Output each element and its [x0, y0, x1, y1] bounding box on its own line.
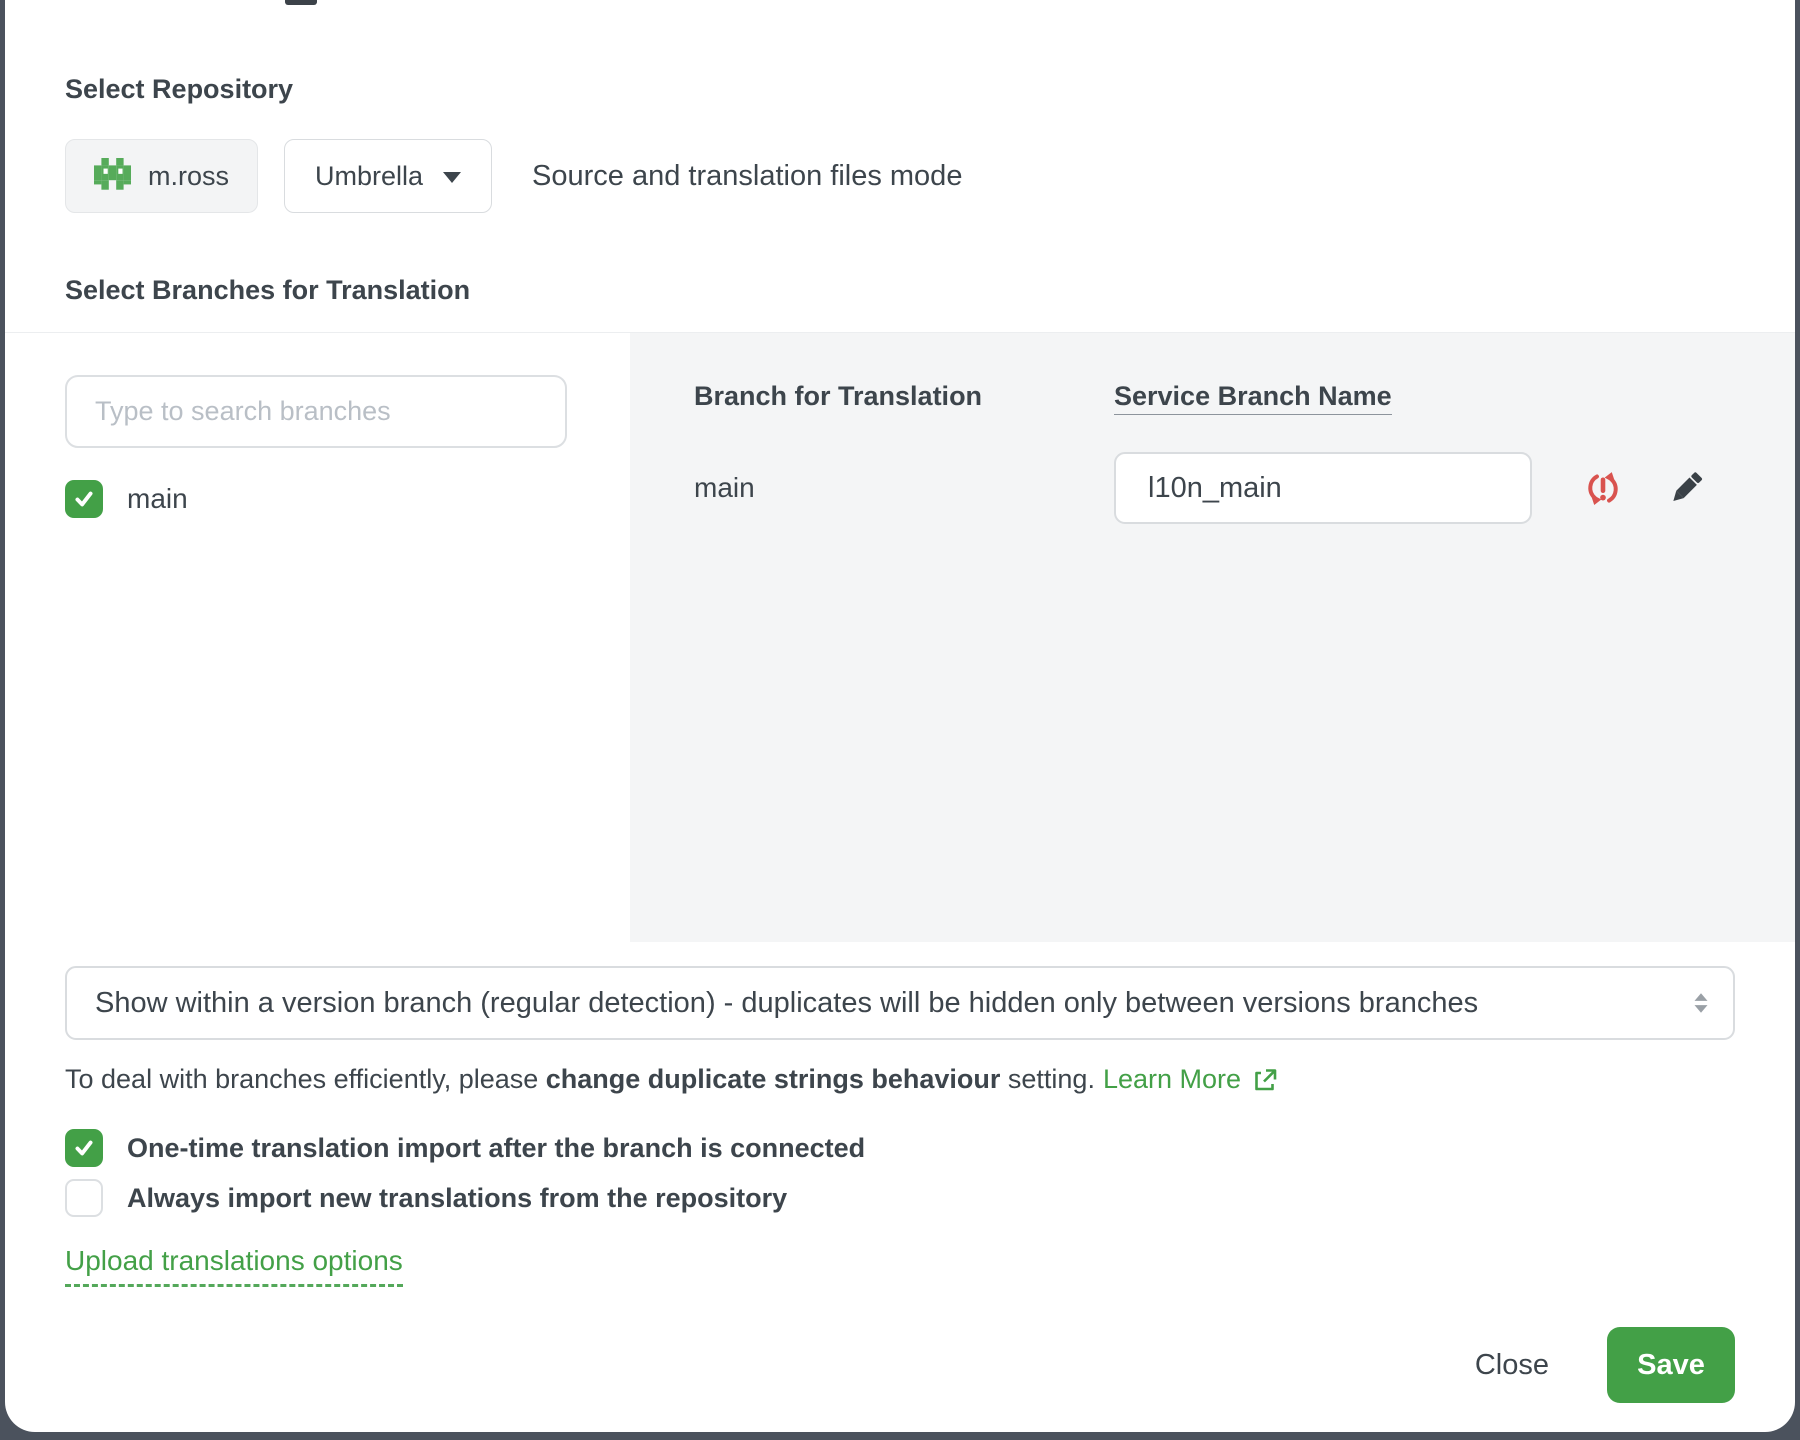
branches-panels: main Branch for Translation Service Bran…	[5, 332, 1795, 942]
column-service-branch-name: Service Branch Name	[1114, 381, 1392, 412]
table-header: Branch for Translation Service Branch Na…	[694, 381, 1735, 412]
row-branch-label: main	[694, 472, 1114, 504]
one-time-import-label: One-time translation import after the br…	[127, 1133, 865, 1164]
duplicate-strings-select[interactable]: Show within a version branch (regular de…	[65, 966, 1735, 1040]
dialog-footer: Close Save	[65, 1327, 1735, 1403]
external-link-icon	[1251, 1066, 1279, 1094]
duplicate-strings-select-value: Show within a version branch (regular de…	[95, 987, 1681, 1020]
close-button[interactable]: Close	[1475, 1349, 1549, 1382]
sync-problem-icon[interactable]	[1580, 465, 1626, 511]
always-import-label: Always import new translations from the …	[127, 1183, 787, 1214]
edit-pencil-icon[interactable]	[1664, 466, 1708, 510]
branch-search-input[interactable]	[65, 375, 567, 448]
learn-more-link[interactable]: Learn More	[1103, 1064, 1241, 1095]
chevron-down-icon	[443, 172, 461, 183]
save-button[interactable]: Save	[1607, 1327, 1735, 1403]
group-dropdown-label: Umbrella	[315, 161, 423, 192]
always-import-option[interactable]: Always import new translations from the …	[65, 1179, 1735, 1217]
select-branches-title: Select Branches for Translation	[65, 275, 1735, 306]
repository-row: m.ross Umbrella Source and translation f…	[65, 139, 1735, 213]
select-repository-title: Select Repository	[65, 74, 1735, 105]
hint-text-prefix: To deal with branches efficiently, pleas…	[65, 1064, 546, 1095]
one-time-import-option[interactable]: One-time translation import after the br…	[65, 1129, 1735, 1167]
group-dropdown[interactable]: Umbrella	[284, 139, 492, 213]
service-branch-panel: Branch for Translation Service Branch Na…	[630, 333, 1795, 942]
select-updown-icon	[1689, 990, 1713, 1016]
repository-button[interactable]: m.ross	[65, 139, 258, 213]
one-time-import-checkbox-checked-icon[interactable]	[65, 1129, 103, 1167]
service-branch-name-input[interactable]	[1114, 452, 1532, 524]
hint-text-suffix: setting.	[1000, 1064, 1095, 1095]
repository-identicon-icon	[94, 158, 131, 195]
branch-list-panel: main	[5, 333, 630, 942]
column-branch-for-translation: Branch for Translation	[694, 381, 1114, 412]
upload-translations-options-link[interactable]: Upload translations options	[65, 1245, 403, 1287]
hint-text-bold: change duplicate strings behaviour	[546, 1064, 1001, 1095]
branch-list-item[interactable]: main	[65, 480, 630, 518]
repository-settings-dialog: Select Repository	[5, 0, 1795, 1432]
cropped-element-remnant	[285, 0, 317, 5]
always-import-checkbox-unchecked-icon[interactable]	[65, 1179, 103, 1217]
files-mode-label: Source and translation files mode	[532, 160, 962, 193]
branch-name-label: main	[127, 483, 188, 515]
branch-checkbox-checked-icon[interactable]	[65, 480, 103, 518]
repository-name-label: m.ross	[148, 161, 229, 192]
import-options: One-time translation import after the br…	[65, 1129, 1735, 1217]
table-row: main	[694, 452, 1735, 524]
duplicates-hint: To deal with branches efficiently, pleas…	[65, 1064, 1735, 1095]
